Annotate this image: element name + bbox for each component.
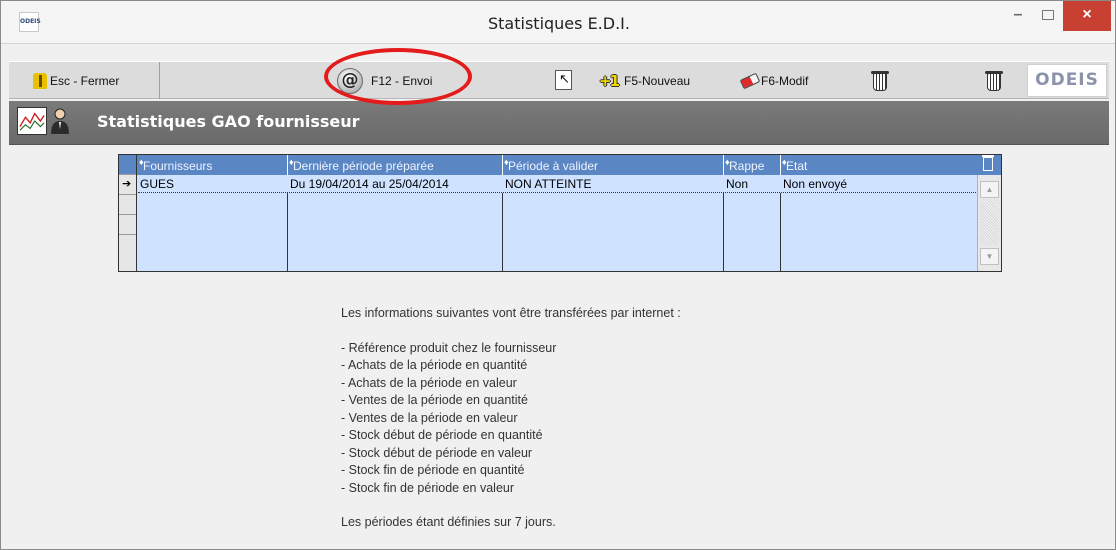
column-header-etat[interactable]: ♦ Etat [781, 155, 1001, 175]
trash-icon [871, 71, 889, 91]
at-sign-icon: @ [337, 68, 363, 94]
list-item: - Stock fin de période en quantité [341, 463, 525, 477]
column-trash-icon[interactable] [982, 155, 994, 171]
list-item: - Stock début de période en valeur [341, 445, 533, 460]
delete-all-button[interactable] [985, 71, 1003, 92]
scroll-down-icon[interactable]: ▼ [980, 248, 999, 265]
page-title: Statistiques GAO fournisseur [97, 112, 360, 131]
close-form-label: Esc - Fermer [50, 74, 120, 88]
info-footer: Les périodes étant définies sur 7 jours. [341, 515, 556, 529]
list-item: - Stock début de période en quantité [341, 428, 543, 442]
column-header-rappel[interactable]: ♦ Rappe [724, 155, 781, 175]
close-button[interactable]: × [1063, 1, 1111, 31]
list-item: - Ventes de la période en valeur [341, 410, 518, 425]
title-bar: ODEIS Statistiques E.D.I. – × [1, 1, 1115, 44]
table-row[interactable]: GUES Du 19/04/2014 au 25/04/2014 NON ATT… [138, 175, 978, 193]
app-window: ODEIS Statistiques E.D.I. – × Esc - Ferm… [0, 0, 1116, 550]
list-item: - Stock fin de période en valeur [341, 480, 515, 495]
delete-button[interactable] [871, 71, 889, 92]
cell-fournisseur[interactable]: GUES [138, 175, 287, 193]
chart-icon [17, 107, 47, 135]
trash-icon [985, 71, 1003, 91]
modify-button[interactable]: F6-Modif [739, 71, 809, 91]
cell-etat[interactable]: Non envoyé [781, 175, 977, 193]
minimize-button[interactable]: – [1003, 1, 1033, 31]
sort-icon: ♦ [782, 157, 787, 167]
row-selector [119, 155, 137, 271]
new-button[interactable]: +1 F5-Nouveau [599, 71, 690, 91]
person-icon [49, 107, 71, 135]
list-item: - Référence produit chez le fournisseur [341, 340, 557, 355]
select-cursor-button[interactable] [555, 70, 572, 90]
toolbar: Esc - Fermer @ F12 - Envoi +1 F5-Nouveau… [9, 61, 1109, 99]
table-header: ♦ Fournisseurs ♦ Dernière période préparée… [119, 155, 1001, 175]
cell-derniere-periode[interactable]: Du 19/04/2014 au 25/04/2014 [288, 175, 502, 193]
transfer-info: Les informations suivantes vont être tra… [341, 305, 681, 532]
cell-rappel[interactable]: Non [724, 175, 780, 193]
sort-icon: ♦ [139, 157, 144, 167]
column-header-periode-a-valider[interactable]: ♦ Période à valider [503, 155, 724, 175]
list-item: - Ventes de la période en quantité [341, 393, 528, 407]
sort-icon: ♦ [289, 157, 294, 167]
current-row-arrow-icon[interactable] [119, 175, 136, 195]
section-header: Statistiques GAO fournisseur [9, 101, 1109, 145]
send-label: F12 - Envoi [371, 74, 433, 88]
maximize-icon [1042, 10, 1054, 20]
list-item: - Achats de la période en valeur [341, 375, 517, 390]
list-item: - Achats de la période en quantité [341, 358, 528, 372]
pointer-cursor-icon [555, 70, 572, 90]
window-title: Statistiques E.D.I. [488, 14, 630, 33]
send-button[interactable]: @ F12 - Envoi [337, 67, 432, 95]
sort-icon: ♦ [504, 157, 509, 167]
close-form-button[interactable]: Esc - Fermer [31, 71, 119, 91]
column-header-derniere-periode[interactable]: ♦ Dernière période préparée [288, 155, 503, 175]
scroll-up-icon[interactable]: ▲ [980, 181, 999, 198]
info-list: - Référence produit chez le fournisseur … [341, 340, 681, 498]
modify-label: F6-Modif [761, 74, 809, 88]
odeis-logo: ODEIS [1027, 64, 1107, 97]
scroll-track[interactable] [980, 199, 999, 245]
eraser-icon [739, 72, 761, 90]
exit-runner-icon [31, 72, 49, 90]
column-header-fournisseurs[interactable]: ♦ Fournisseurs [138, 155, 288, 175]
vertical-scrollbar[interactable]: ▲ ▼ [977, 175, 1001, 271]
sort-icon: ♦ [725, 157, 730, 167]
info-intro: Les informations suivantes vont être tra… [341, 306, 681, 320]
maximize-button[interactable] [1033, 1, 1063, 31]
plus-one-icon: +1 [599, 72, 620, 90]
supplier-table: ♦ Fournisseurs ♦ Dernière période préparée… [118, 154, 1002, 272]
cell-periode-a-valider[interactable]: NON ATTEINTE [503, 175, 723, 193]
new-label: F5-Nouveau [624, 74, 691, 88]
